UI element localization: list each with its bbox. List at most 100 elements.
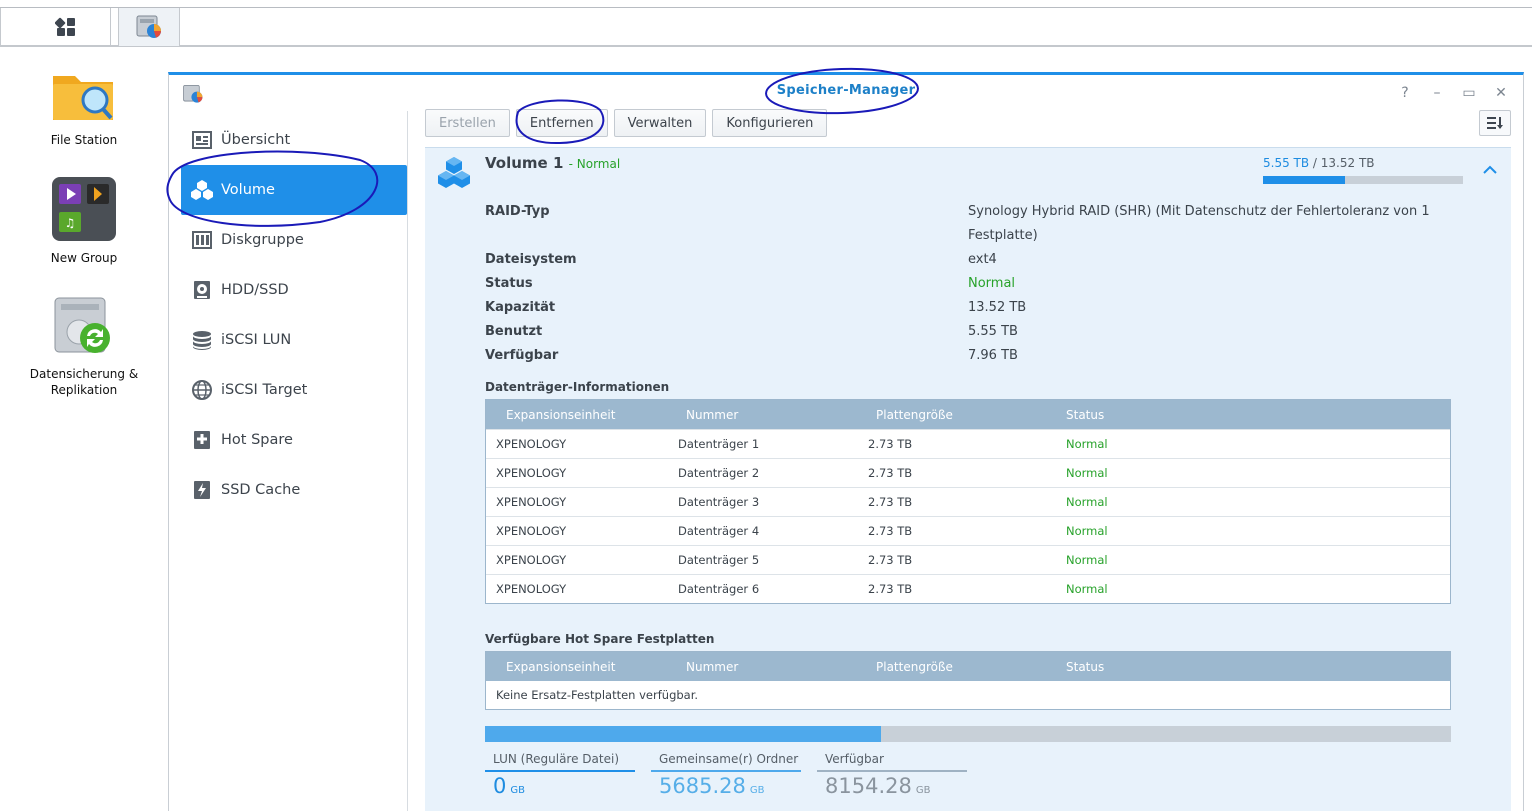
table-header: Expansionseinheit Nummer Plattengröße St… xyxy=(486,652,1450,681)
stat-number: 5685.28 xyxy=(659,774,746,798)
column-header[interactable]: Expansionseinheit xyxy=(486,660,676,674)
hot-spare-title: Verfügbare Hot Spare Festplatten xyxy=(485,632,715,646)
app-grid-icon xyxy=(55,17,75,36)
info-row-status: Status Normal xyxy=(485,272,1485,296)
sidebar-item-ssd-cache[interactable]: SSD Cache xyxy=(181,465,407,515)
disk-info-title: Datenträger-Informationen xyxy=(485,380,670,394)
sidebar-item-overview[interactable]: Übersicht xyxy=(181,115,407,165)
maximize-icon[interactable]: ▭ xyxy=(1461,85,1477,101)
sidebar-item-iscsi-target[interactable]: iSCSI Target xyxy=(181,365,407,415)
taskbar-divider xyxy=(0,8,1,46)
hdd-icon xyxy=(191,279,213,301)
sidebar-item-hot-spare[interactable]: Hot Spare xyxy=(181,415,407,465)
table-cell: Datenträger 2 xyxy=(678,466,760,480)
stat-unit: GB xyxy=(510,785,525,796)
column-header[interactable]: Expansionseinheit xyxy=(486,408,676,422)
minimize-icon[interactable]: – xyxy=(1429,85,1445,101)
usage-bar-fill xyxy=(1263,176,1345,184)
info-row-capacity: Kapazität 13.52 TB xyxy=(485,296,1485,320)
stat-unit: GB xyxy=(915,785,931,796)
sidebar-item-iscsi-lun[interactable]: iSCSI LUN xyxy=(181,315,407,365)
table-cell: 2.73 TB xyxy=(868,524,913,538)
disk-info-table: Expansionseinheit Nummer Plattengröße St… xyxy=(485,399,1451,604)
info-row-used: Benutzt 5.55 TB xyxy=(485,320,1485,344)
volume-usage-text: 5.55 TB / 13.52 TB xyxy=(1263,156,1375,170)
backup-replication-icon xyxy=(54,297,110,353)
desktop-icon-new-group[interactable]: ♫ New Group xyxy=(14,176,154,266)
info-value: 13.52 TB xyxy=(968,300,1027,315)
table-cell: Datenträger 5 xyxy=(678,553,760,567)
diskgroup-icon xyxy=(191,229,213,251)
volume-icon xyxy=(438,157,470,188)
volume-title: Volume 1 - Normal xyxy=(485,154,620,172)
table-row[interactable]: XPENOLOGY Datenträger 2 2.73 TB Normal xyxy=(486,458,1450,487)
table-cell: Normal xyxy=(1066,524,1108,538)
info-row-filesystem: Dateisystem ext4 xyxy=(485,248,1485,272)
file-station-icon xyxy=(53,76,113,120)
info-key: Dateisystem xyxy=(485,252,577,267)
table-cell: Normal xyxy=(1066,553,1108,567)
desktop-icon-file-station[interactable]: File Station xyxy=(14,68,154,148)
create-button[interactable]: Erstellen xyxy=(425,109,510,137)
sidebar-item-label: Übersicht xyxy=(221,132,291,148)
table-cell: Normal xyxy=(1066,437,1108,451)
storage-manager-window: Speicher-Manager ? – ▭ ✕ Übersicht Volum… xyxy=(168,72,1524,811)
svg-text:♫: ♫ xyxy=(65,216,76,230)
table-cell: Datenträger 3 xyxy=(678,495,760,509)
collapse-chevron-icon[interactable] xyxy=(1483,162,1497,178)
table-cell: Datenträger 4 xyxy=(678,524,760,538)
sidebar-item-hdd-ssd[interactable]: HDD/SSD xyxy=(181,265,407,315)
remove-button[interactable]: Entfernen xyxy=(515,109,608,137)
overview-icon xyxy=(191,129,213,151)
main-menu-button[interactable] xyxy=(22,8,110,46)
window-controls: ? – ▭ ✕ xyxy=(1397,85,1509,101)
desktop-icon-label: New Group xyxy=(50,251,118,265)
table-header: Expansionseinheit Nummer Plattengröße St… xyxy=(486,400,1450,429)
sidebar-divider xyxy=(407,111,408,811)
sidebar-item-diskgroup[interactable]: Diskgruppe xyxy=(181,215,407,265)
usage-breakdown-bar xyxy=(485,726,1451,742)
storage-manager-icon xyxy=(136,15,161,38)
table-row[interactable]: XPENOLOGY Datenträger 3 2.73 TB Normal xyxy=(486,487,1450,516)
empty-message: Keine Ersatz-Festplatten verfügbar. xyxy=(496,688,699,702)
column-header[interactable]: Nummer xyxy=(676,408,866,422)
hot-spare-icon xyxy=(191,429,213,451)
column-header[interactable]: Plattengröße xyxy=(866,660,1056,674)
table-cell: XPENOLOGY xyxy=(496,495,567,509)
table-row[interactable]: XPENOLOGY Datenträger 4 2.73 TB Normal xyxy=(486,516,1450,545)
sort-button[interactable] xyxy=(1479,110,1511,136)
table-row[interactable]: XPENOLOGY Datenträger 5 2.73 TB Normal xyxy=(486,545,1450,574)
close-icon[interactable]: ✕ xyxy=(1493,85,1509,101)
toolbar: Erstellen Entfernen Verwalten Konfigurie… xyxy=(425,109,828,137)
sidebar-item-label: SSD Cache xyxy=(221,482,301,498)
table-row[interactable]: XPENOLOGY Datenträger 6 2.73 TB Normal xyxy=(486,574,1450,603)
info-key: Status xyxy=(485,276,533,291)
desktop-icon-label: File Station xyxy=(50,133,118,147)
manage-button[interactable]: Verwalten xyxy=(613,109,707,137)
configure-button[interactable]: Konfigurieren xyxy=(712,109,828,137)
table-cell: 2.73 TB xyxy=(868,437,913,451)
info-value: ext4 xyxy=(968,252,997,267)
ssd-cache-icon xyxy=(191,479,213,501)
used-capacity: 5.55 TB xyxy=(1263,156,1310,170)
column-header[interactable]: Nummer xyxy=(676,660,866,674)
info-key: RAID-Typ xyxy=(485,204,550,219)
volume-info: RAID-Typ Synology Hybrid RAID (SHR) (Mit… xyxy=(485,200,1485,368)
table-cell: 2.73 TB xyxy=(868,466,913,480)
table-cell: 2.73 TB xyxy=(868,582,913,596)
desktop-icon-backup[interactable]: Datensicherung & Replikation xyxy=(14,294,154,398)
sidebar-item-label: Diskgruppe xyxy=(221,232,304,248)
sidebar-item-volume[interactable]: Volume xyxy=(181,165,407,215)
column-header[interactable]: Plattengröße xyxy=(866,408,1056,422)
info-row-available: Verfügbar 7.96 TB xyxy=(485,344,1485,368)
table-row[interactable]: XPENOLOGY Datenträger 1 2.73 TB Normal xyxy=(486,429,1450,458)
column-header[interactable]: Status xyxy=(1056,660,1246,674)
help-icon[interactable]: ? xyxy=(1397,85,1413,101)
table-cell: XPENOLOGY xyxy=(496,582,567,596)
taskbar xyxy=(0,7,1532,47)
sidebar-item-label: Hot Spare xyxy=(221,432,293,448)
taskbar-storage-manager[interactable] xyxy=(118,8,180,46)
volume-usage-bar xyxy=(1263,176,1463,184)
column-header[interactable]: Status xyxy=(1056,408,1246,422)
table-cell: 2.73 TB xyxy=(868,553,913,567)
